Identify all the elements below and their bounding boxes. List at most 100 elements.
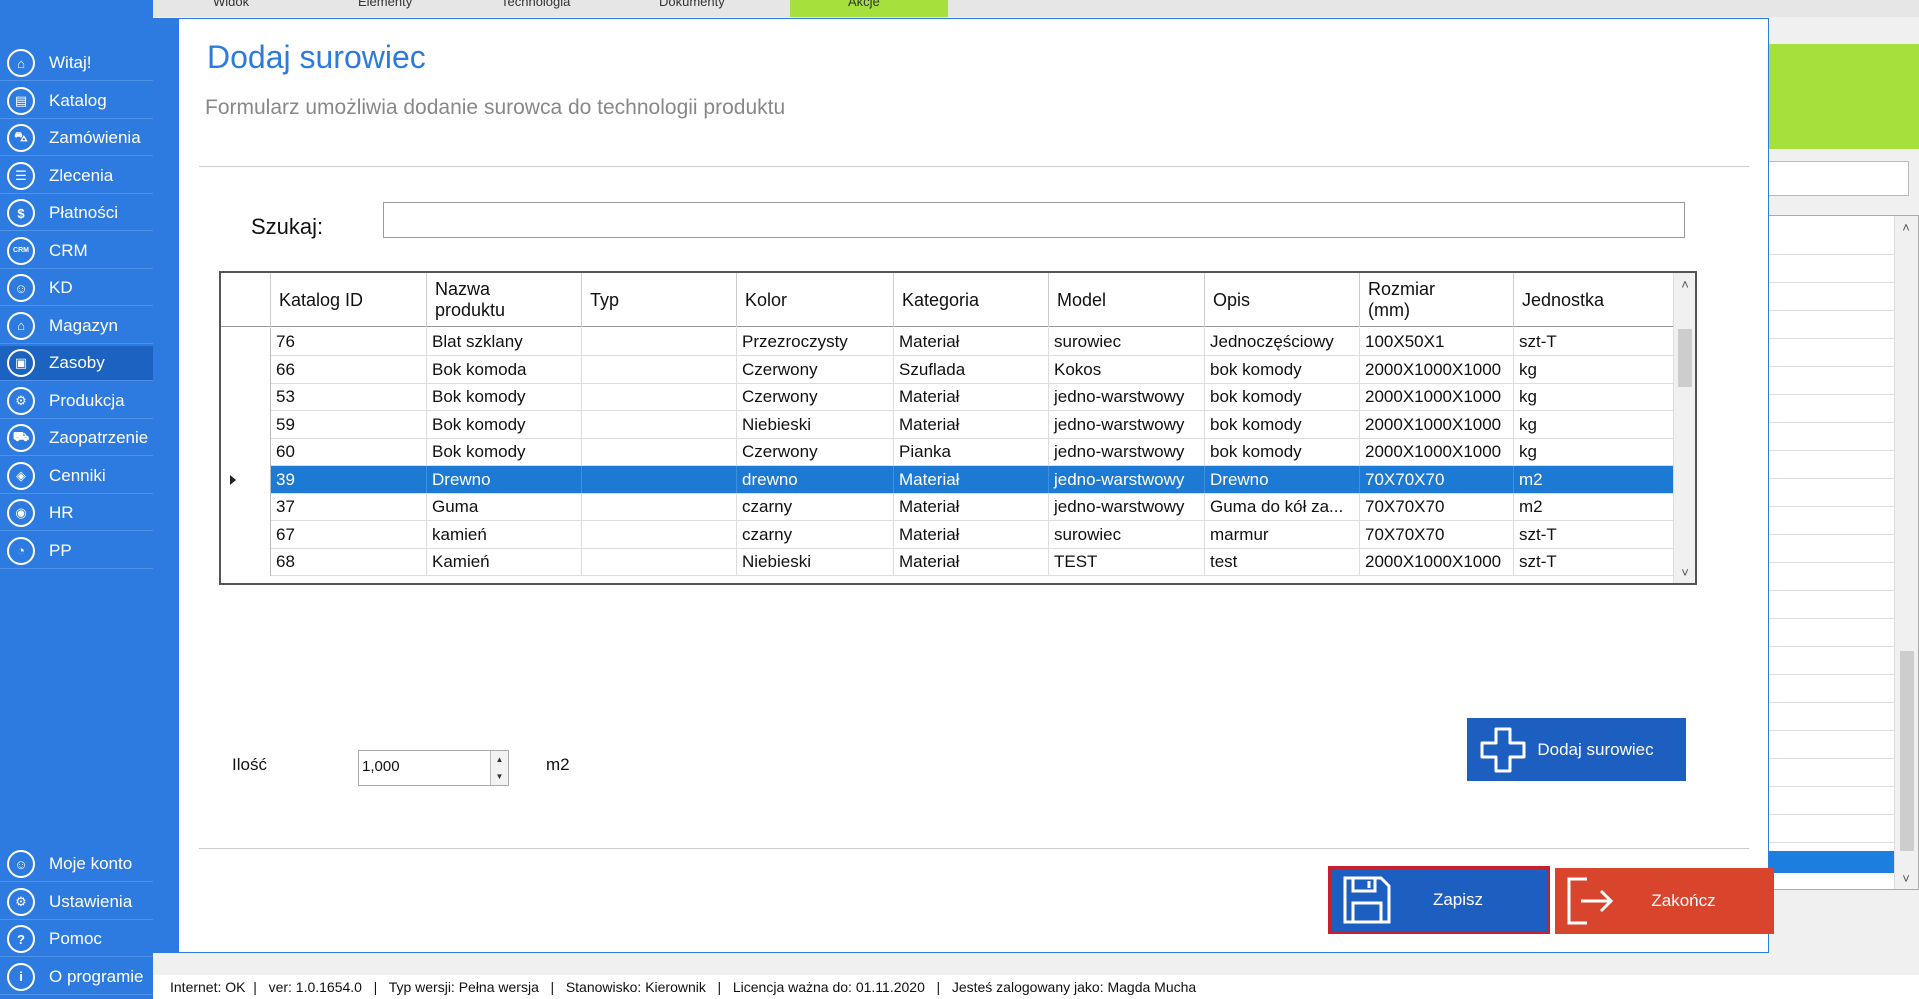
column-header[interactable]: Rozmiar (mm) xyxy=(1360,273,1514,327)
sidebar-item[interactable]: ▣ Zasoby xyxy=(0,346,153,381)
close-button[interactable]: Zakończ xyxy=(1555,868,1774,934)
table-cell[interactable]: kg xyxy=(1514,355,1675,384)
sidebar-item[interactable]: ⚙ Produkcja xyxy=(0,384,153,419)
table-cell[interactable]: 53 xyxy=(271,383,427,411)
sidebar-item[interactable]: ◉ HR xyxy=(0,496,153,531)
table-row[interactable]: 60 Bok komody Czerwony Pianka jedno-warstwow… xyxy=(221,438,1675,466)
table-cell[interactable]: 2000X1000X1000 xyxy=(1360,438,1514,466)
table-cell[interactable]: Materiał xyxy=(894,520,1049,549)
table-cell[interactable]: szt-T xyxy=(1514,548,1675,576)
table-cell[interactable]: 2000X1000X1000 xyxy=(1360,383,1514,411)
table-cell[interactable]: Materiał xyxy=(894,548,1049,576)
row-header[interactable] xyxy=(221,548,271,576)
table-cell[interactable]: Materiał xyxy=(894,383,1049,411)
table-cell[interactable] xyxy=(582,383,737,411)
table-row[interactable]: 59 Bok komody Niebieski Materiał jedno-warst… xyxy=(221,410,1675,439)
table-cell[interactable]: Drewno xyxy=(427,465,582,494)
sidebar-item[interactable]: ☺ Moje konto xyxy=(0,847,153,882)
table-cell[interactable]: jedno-warstwowy xyxy=(1049,383,1205,411)
table-cell[interactable]: Kamień xyxy=(427,548,582,576)
table-cell[interactable]: m2 xyxy=(1514,465,1675,494)
scroll-down-icon[interactable]: ˅ xyxy=(1895,869,1917,887)
table-cell[interactable]: 70X70X70 xyxy=(1360,493,1514,521)
table-cell[interactable]: szt-T xyxy=(1514,520,1675,549)
column-header[interactable]: Typ xyxy=(582,273,737,327)
sidebar-item[interactable]: ▤ Katalog xyxy=(0,84,153,119)
table-cell[interactable]: Bok komody xyxy=(427,383,582,411)
table-cell[interactable]: 2000X1000X1000 xyxy=(1360,355,1514,384)
table-cell[interactable]: Materiał xyxy=(894,493,1049,521)
column-header[interactable]: Opis xyxy=(1205,273,1360,327)
table-cell[interactable] xyxy=(582,493,737,521)
table-row[interactable]: 66 Bok komoda Czerwony Szuflada Kokos bok kom… xyxy=(221,355,1675,384)
table-cell[interactable]: kg xyxy=(1514,410,1675,439)
table-row[interactable]: 37 Guma czarny Materiał jedno-warstwowy Guma … xyxy=(221,493,1675,521)
background-selected-row[interactable] xyxy=(1768,851,1895,873)
sidebar-item[interactable]: ☰ Zlecenia xyxy=(0,159,153,194)
table-cell[interactable]: bok komody xyxy=(1205,355,1360,384)
grid-scrollbar[interactable]: ˄ ˅ xyxy=(1673,273,1695,583)
table-cell[interactable]: Niebieski xyxy=(737,548,894,576)
row-header[interactable] xyxy=(221,410,271,439)
add-material-button[interactable]: Dodaj surowiec xyxy=(1467,718,1686,781)
sidebar-item[interactable]: ◔ PP xyxy=(0,534,153,569)
table-cell[interactable]: 37 xyxy=(271,493,427,521)
background-tab-active[interactable]: Akcje xyxy=(790,0,948,17)
table-cell[interactable]: Materiał xyxy=(894,328,1049,356)
table-cell[interactable]: 70X70X70 xyxy=(1360,465,1514,494)
table-cell[interactable]: Bok komoda xyxy=(427,355,582,384)
table-cell[interactable]: Jednoczęściowy xyxy=(1205,328,1360,356)
grid-scroll-thumb[interactable] xyxy=(1678,329,1692,387)
column-header[interactable]: Nazwa produktu xyxy=(427,273,582,327)
table-cell[interactable]: kg xyxy=(1514,383,1675,411)
row-header[interactable] xyxy=(221,383,271,411)
table-cell[interactable]: czarny xyxy=(737,493,894,521)
table-cell[interactable] xyxy=(582,548,737,576)
search-input[interactable] xyxy=(383,202,1685,238)
column-header[interactable]: Katalog ID xyxy=(271,273,427,327)
table-cell[interactable]: drewno xyxy=(737,465,894,494)
column-header[interactable]: Jednostka xyxy=(1514,273,1675,327)
sidebar-item[interactable]: ☺ KD xyxy=(0,271,153,306)
table-cell[interactable]: Bok komody xyxy=(427,438,582,466)
table-cell[interactable]: kg xyxy=(1514,438,1675,466)
table-cell[interactable]: TEST xyxy=(1049,548,1205,576)
table-cell[interactable]: Drewno xyxy=(1205,465,1360,494)
table-cell[interactable]: 60 xyxy=(271,438,427,466)
table-cell[interactable]: Czerwony xyxy=(737,383,894,411)
table-cell[interactable]: Przezroczysty xyxy=(737,328,894,356)
table-cell[interactable] xyxy=(582,520,737,549)
table-cell[interactable]: Materiał xyxy=(894,410,1049,439)
table-cell[interactable]: 100X50X1 xyxy=(1360,328,1514,356)
row-header[interactable] xyxy=(221,465,271,494)
background-input[interactable] xyxy=(1767,161,1909,196)
table-cell[interactable]: jedno-warstwowy xyxy=(1049,410,1205,439)
table-cell[interactable]: jedno-warstwowy xyxy=(1049,493,1205,521)
table-cell[interactable]: 70X70X70 xyxy=(1360,520,1514,549)
table-cell[interactable]: 59 xyxy=(271,410,427,439)
table-cell[interactable]: surowiec xyxy=(1049,520,1205,549)
table-row[interactable]: 53 Bok komody Czerwony Materiał jedno-warstw… xyxy=(221,383,1675,411)
save-button[interactable]: Zapisz xyxy=(1328,866,1550,934)
table-cell[interactable]: Szuflada xyxy=(894,355,1049,384)
row-header[interactable] xyxy=(221,493,271,521)
scroll-up-icon[interactable]: ˄ xyxy=(1895,218,1917,236)
sidebar-item[interactable]: ⚙ Ustawienia xyxy=(0,885,153,920)
row-header[interactable] xyxy=(221,520,271,549)
background-tab[interactable]: Widok xyxy=(213,0,313,11)
table-row[interactable]: 67 kamień czarny Materiał surowiec marmur 70X7… xyxy=(221,520,1675,549)
table-cell[interactable]: jedno-warstwowy xyxy=(1049,438,1205,466)
sidebar-item[interactable]: CRM CRM xyxy=(0,234,153,269)
table-row[interactable]: 39 Drewno drewno Materiał jedno-warstwowy Dre… xyxy=(221,465,1675,494)
table-cell[interactable]: czarny xyxy=(737,520,894,549)
sidebar-item[interactable]: ⌂ Magazyn xyxy=(0,309,153,344)
scroll-down-icon[interactable]: ˅ xyxy=(1674,563,1695,581)
table-cell[interactable]: bok komody xyxy=(1205,383,1360,411)
quantity-stepper[interactable]: 1,000 ▲ ▼ xyxy=(358,750,509,786)
table-cell[interactable]: bok komody xyxy=(1205,438,1360,466)
table-cell[interactable]: 76 xyxy=(271,328,427,356)
table-cell[interactable]: 68 xyxy=(271,548,427,576)
row-header[interactable] xyxy=(221,355,271,384)
background-tab[interactable]: Dokumenty xyxy=(659,0,769,11)
table-cell[interactable]: Czerwony xyxy=(737,355,894,384)
